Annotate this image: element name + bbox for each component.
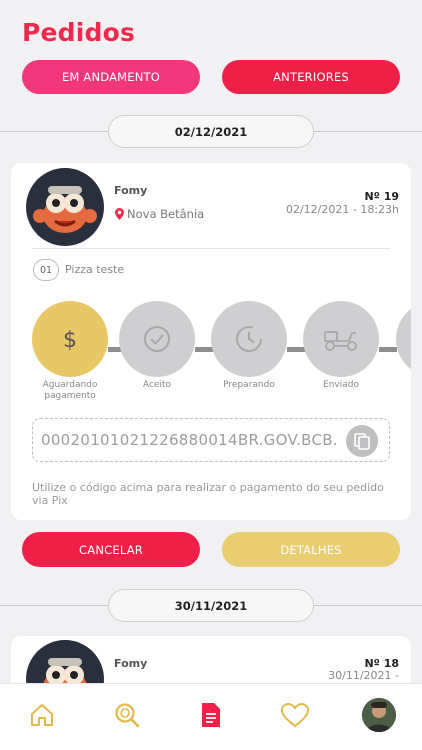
step-label: Enviado xyxy=(323,380,359,390)
step-aguardando-pagamento: $ Aguardando pagamento xyxy=(32,301,108,402)
store-name: Fomy xyxy=(114,657,148,670)
dollar-icon: $ xyxy=(63,328,77,352)
step-aceito: Aceito xyxy=(119,301,195,391)
order-datetime: 30/11/2021 - xyxy=(328,669,399,682)
item-name: Pizza teste xyxy=(65,263,125,276)
cancel-button[interactable]: CANCELAR xyxy=(22,532,200,567)
bottom-nav xyxy=(0,683,422,750)
step-next-partial xyxy=(396,301,411,377)
svg-text:$: $ xyxy=(63,328,77,352)
page-title: Pedidos xyxy=(22,18,136,47)
order-card[interactable]: Fomy Nova Betânia Nº 19 02/12/2021 - 18:… xyxy=(11,163,411,520)
step-enviado: Enviado xyxy=(303,301,379,391)
date-pill: 30/11/2021 xyxy=(108,589,314,622)
date-pill: 02/12/2021 xyxy=(108,115,314,148)
pix-code-text: 00020101021226880014BR.GOV.BCB.PIX xyxy=(41,431,337,449)
clock-icon xyxy=(236,326,262,352)
step-preparando: Preparando xyxy=(211,301,287,391)
nav-favorites[interactable] xyxy=(278,698,312,732)
tab-anteriores[interactable]: ANTERIORES xyxy=(222,60,400,94)
store-location-text: Nova Betânia xyxy=(127,207,205,221)
copy-button[interactable] xyxy=(346,425,378,457)
order-datetime: 02/12/2021 - 18:23h xyxy=(285,203,399,216)
store-logo xyxy=(26,168,104,246)
nav-orders[interactable] xyxy=(194,698,228,732)
pix-code-field[interactable]: 00020101021226880014BR.GOV.BCB.PIX xyxy=(32,418,390,462)
card-divider xyxy=(32,248,390,249)
step-circle xyxy=(119,301,195,377)
nav-home[interactable] xyxy=(25,698,59,732)
avatar[interactable] xyxy=(362,698,396,732)
home-icon xyxy=(31,704,53,726)
step-circle xyxy=(303,301,379,377)
step-connector xyxy=(379,347,397,352)
check-circle-icon xyxy=(144,326,170,352)
delivery-scooter-icon xyxy=(324,331,357,351)
tab-em-andamento[interactable]: EM ANDAMENTO xyxy=(22,60,200,94)
pix-instructions: Utilize o código acima para realizar o p… xyxy=(32,481,384,507)
nav-search[interactable] xyxy=(110,698,144,732)
details-button[interactable]: DETALHES xyxy=(222,532,400,567)
step-label: Preparando xyxy=(223,380,275,390)
order-number: Nº 19 xyxy=(364,190,399,203)
search-icon xyxy=(115,703,140,728)
copy-icon xyxy=(354,433,370,450)
step-circle: $ xyxy=(32,301,108,377)
step-label: Aceito xyxy=(142,380,172,390)
item-quantity: 01 xyxy=(33,259,59,281)
heart-icon xyxy=(280,702,310,728)
step-label: Aguardando pagamento xyxy=(42,380,98,401)
location-pin-icon xyxy=(115,208,124,220)
store-name: Fomy xyxy=(114,184,148,197)
orders-icon xyxy=(202,703,220,727)
step-circle xyxy=(211,301,287,377)
store-location: Nova Betânia xyxy=(115,207,204,221)
